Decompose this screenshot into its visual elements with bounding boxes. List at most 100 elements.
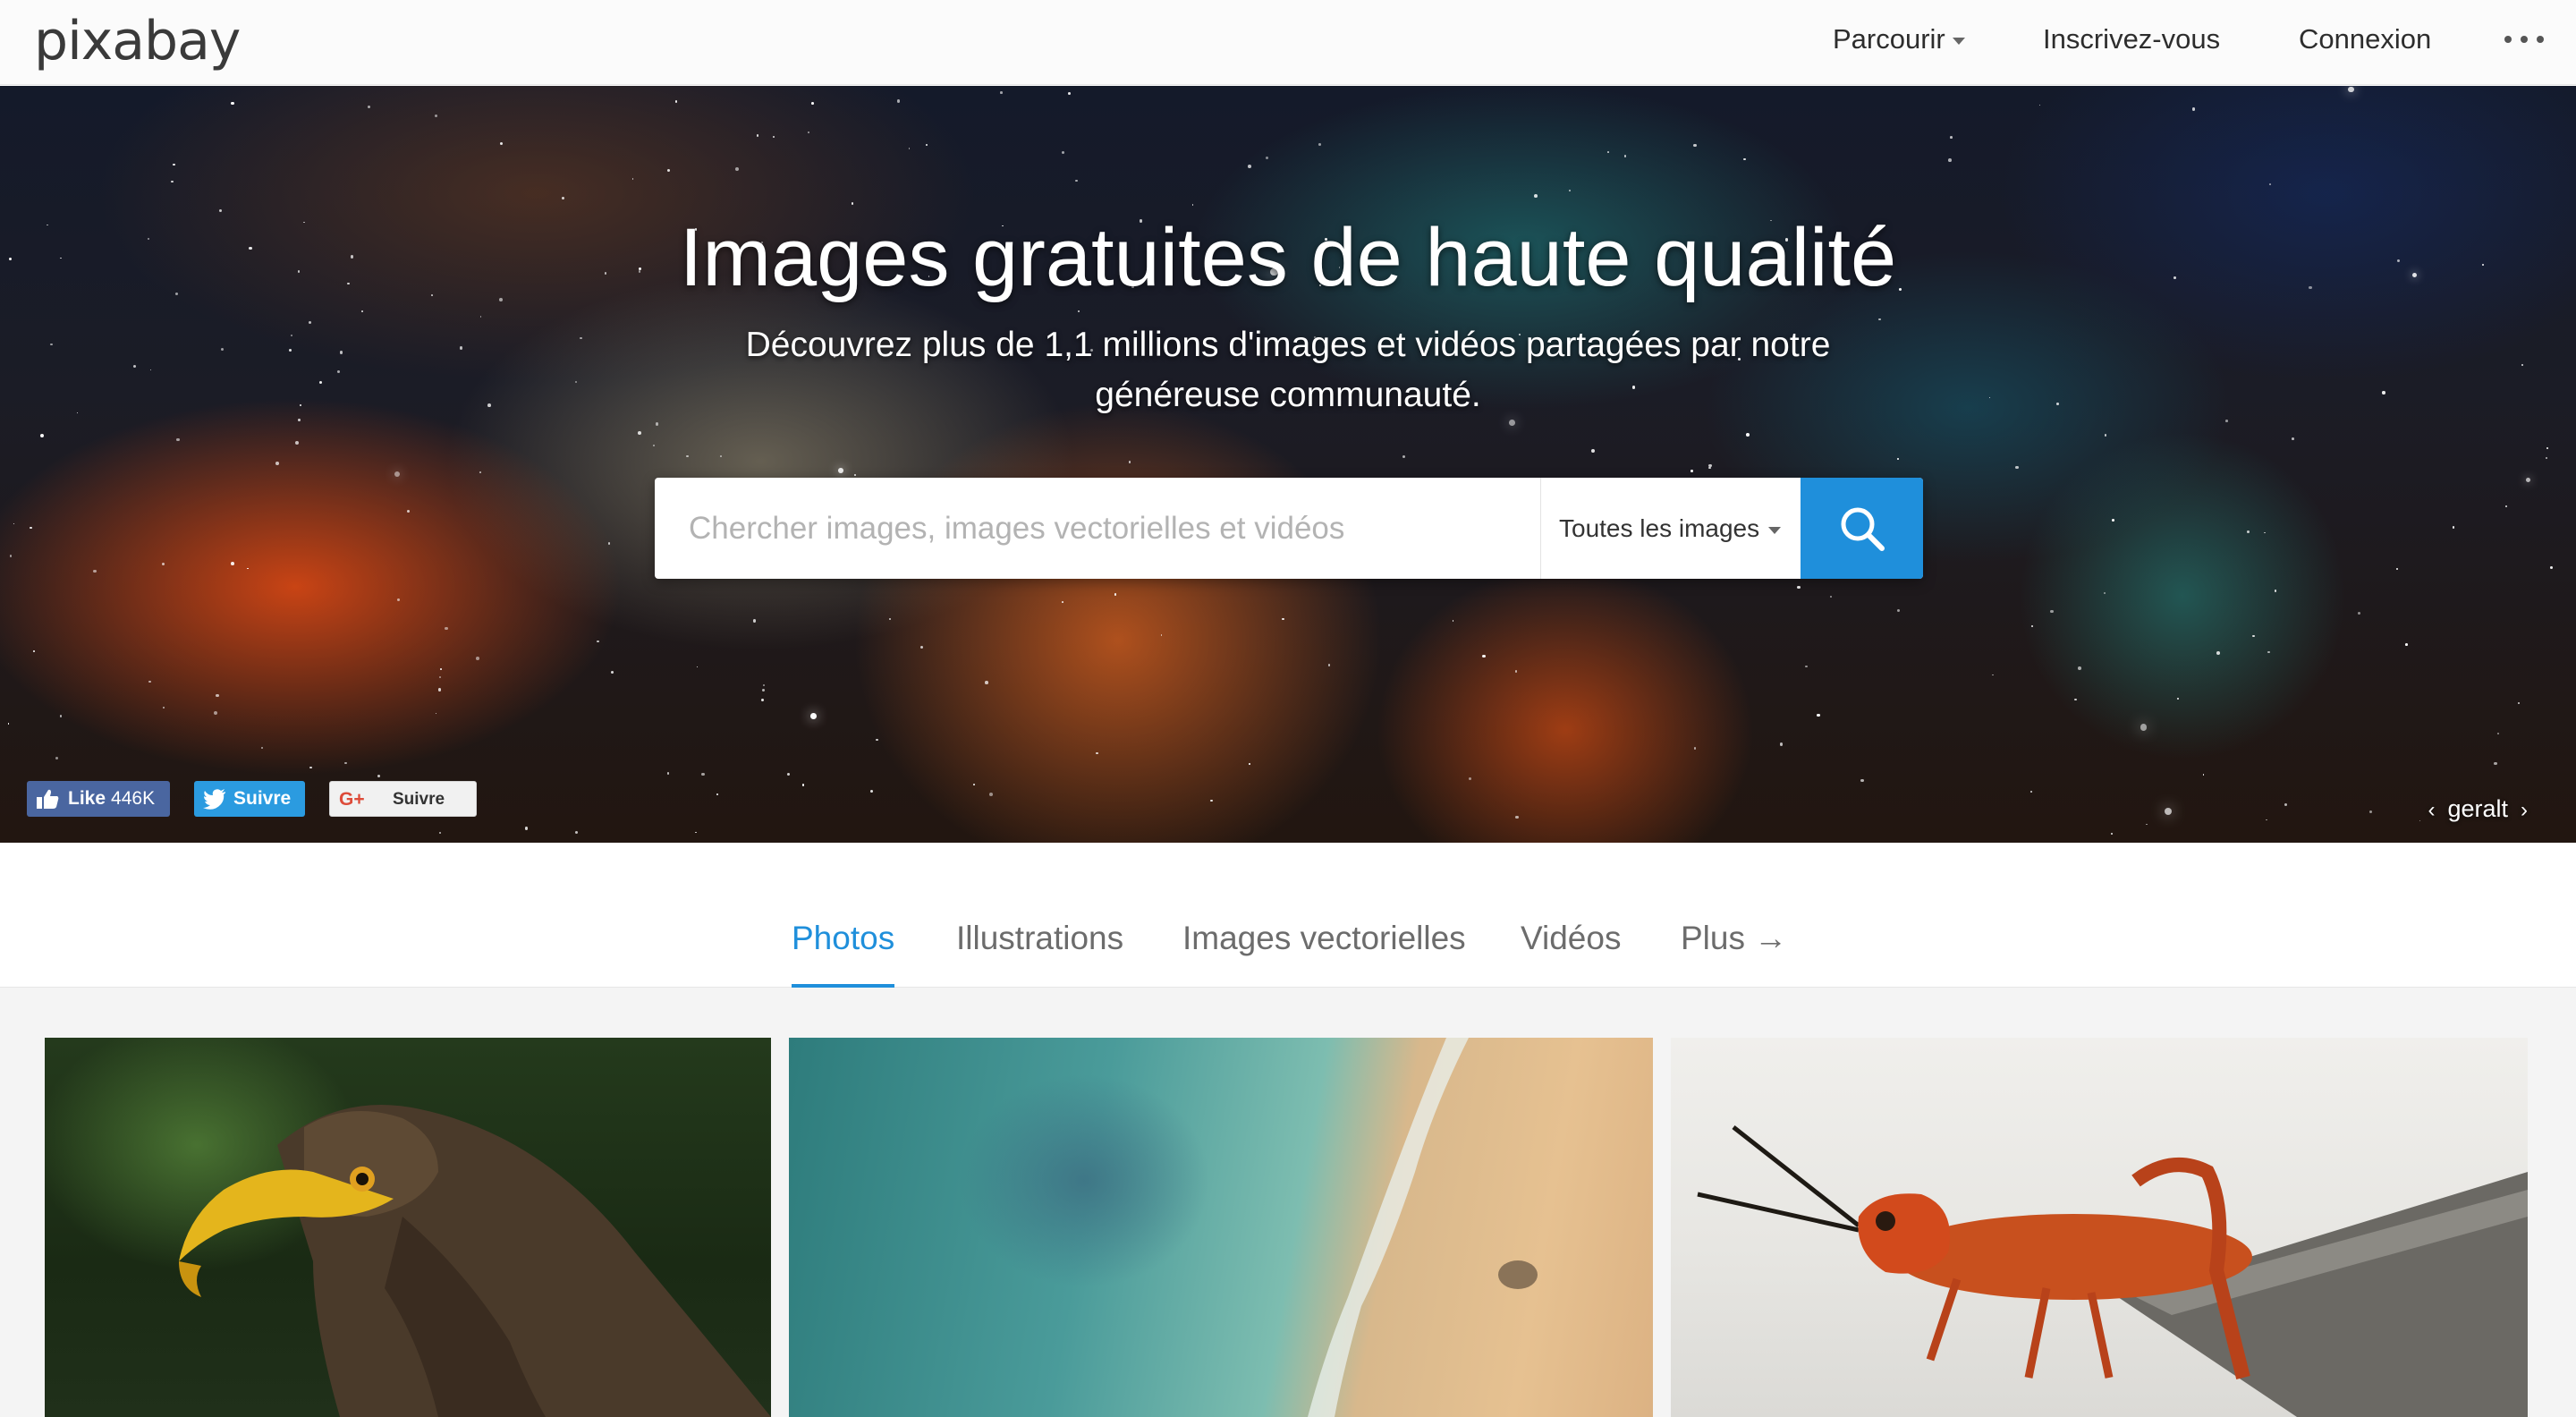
star-dot: [50, 343, 53, 345]
search-input[interactable]: [655, 478, 1540, 579]
star-dot: [76, 412, 79, 414]
star-dot: [575, 831, 579, 835]
search-icon: [1841, 507, 1885, 551]
next-image-arrow[interactable]: ›: [2508, 798, 2540, 822]
star-dot: [2031, 625, 2034, 628]
star-dot: [2112, 518, 2114, 522]
nav-browse-label: Parcourir: [1833, 23, 1945, 55]
star-dot: [213, 710, 217, 715]
star-dot: [2452, 525, 2455, 529]
star-dot: [377, 774, 380, 777]
gallery-image-grasshopper[interactable]: [1671, 1038, 2528, 1417]
previous-image-arrow[interactable]: ‹: [2415, 798, 2447, 822]
star-dot: [367, 106, 370, 109]
star-dot: [288, 349, 292, 352]
star-dot: [93, 569, 97, 573]
star-dot: [499, 141, 504, 146]
star-dot: [1947, 158, 1952, 162]
star-dot: [653, 445, 656, 446]
star-dot: [716, 793, 718, 796]
search-button[interactable]: [1801, 478, 1923, 579]
star-dot: [290, 334, 292, 336]
image-author-link[interactable]: geralt: [2447, 795, 2508, 822]
star-dot: [808, 132, 810, 134]
star-dot: [838, 468, 843, 473]
star-dot: [926, 144, 928, 147]
star-dot: [1266, 156, 1269, 159]
star-dot: [574, 380, 578, 384]
star-dot: [435, 712, 437, 715]
star-dot: [2252, 634, 2255, 638]
star-dot: [752, 618, 757, 623]
googleplus-follow-button[interactable]: G+ Suivre: [329, 781, 477, 817]
star-dot: [2550, 566, 2553, 570]
star-dot: [1096, 752, 1098, 755]
nav-login-link[interactable]: Connexion: [2299, 0, 2431, 79]
tab-vectors[interactable]: Images vectorielles: [1182, 920, 1466, 988]
star-dot: [786, 772, 790, 776]
star-dot: [394, 471, 400, 478]
nav-browse-menu[interactable]: Parcourir: [1833, 0, 1965, 79]
media-type-selected: Toutes les images: [1559, 514, 1760, 542]
star-dot: [2292, 437, 2294, 441]
star-dot: [580, 336, 582, 340]
star-dot: [1797, 585, 1801, 589]
star-dot: [810, 102, 814, 106]
star-dot: [1000, 91, 1003, 94]
star-dot: [479, 471, 481, 474]
star-dot: [762, 683, 765, 686]
star-dot: [869, 790, 874, 793]
star-dot: [637, 430, 641, 435]
pixabay-logo[interactable]: pixabay: [34, 5, 241, 77]
tab-photos[interactable]: Photos: [792, 920, 895, 988]
star-dot: [2496, 733, 2499, 734]
star-dot: [438, 831, 441, 835]
star-dot: [479, 316, 482, 318]
nav-signup-link[interactable]: Inscrivez-vous: [2043, 0, 2220, 79]
star-dot: [297, 419, 301, 422]
star-dot: [7, 722, 10, 725]
star-dot: [445, 626, 448, 631]
gallery-image-sea-shore[interactable]: [789, 1038, 1653, 1417]
top-navigation-bar: pixabay Parcourir Inscrivez-vous Connexi…: [0, 0, 2576, 85]
tab-more[interactable]: Plus →: [1681, 920, 1787, 988]
star-dot: [756, 134, 759, 138]
gallery-image-eagle[interactable]: [45, 1038, 771, 1417]
star-dot: [2050, 609, 2054, 614]
star-dot: [2216, 651, 2220, 656]
star-dot: [1607, 151, 1609, 153]
googleplus-follow-label: Suivre: [393, 790, 445, 809]
facebook-like-button[interactable]: Like 446K: [27, 781, 170, 817]
star-dot: [1569, 190, 1571, 191]
star-dot: [760, 699, 764, 702]
star-dot: [475, 657, 479, 661]
tab-illustrations[interactable]: Illustrations: [956, 920, 1123, 988]
twitter-follow-button[interactable]: Suivre: [194, 781, 305, 817]
star-dot: [2546, 447, 2549, 450]
star-dot: [720, 455, 722, 457]
star-dot: [920, 645, 924, 649]
star-dot: [2526, 478, 2531, 483]
star-dot: [973, 784, 975, 786]
star-dot: [2267, 650, 2270, 654]
star-dot: [2165, 807, 2173, 815]
more-options-icon[interactable]: [2504, 30, 2544, 48]
star-dot: [2382, 391, 2385, 395]
star-dot: [2348, 86, 2354, 92]
star-dot: [295, 440, 300, 445]
star-dot: [318, 381, 322, 385]
star-dot: [439, 675, 442, 678]
star-dot: [1402, 454, 1406, 458]
star-dot: [908, 148, 911, 149]
star-dot: [2357, 611, 2360, 615]
star-dot: [487, 403, 491, 407]
star-dot: [896, 99, 900, 103]
tab-videos[interactable]: Vidéos: [1521, 920, 1621, 988]
facebook-like-label: Like: [68, 788, 106, 809]
star-dot: [696, 666, 699, 668]
media-type-dropdown[interactable]: Toutes les images: [1540, 478, 1793, 579]
star-dot: [854, 474, 857, 477]
star-dot: [2545, 457, 2547, 460]
star-dot: [1988, 396, 1991, 399]
eagle-illustration: [179, 1105, 771, 1417]
